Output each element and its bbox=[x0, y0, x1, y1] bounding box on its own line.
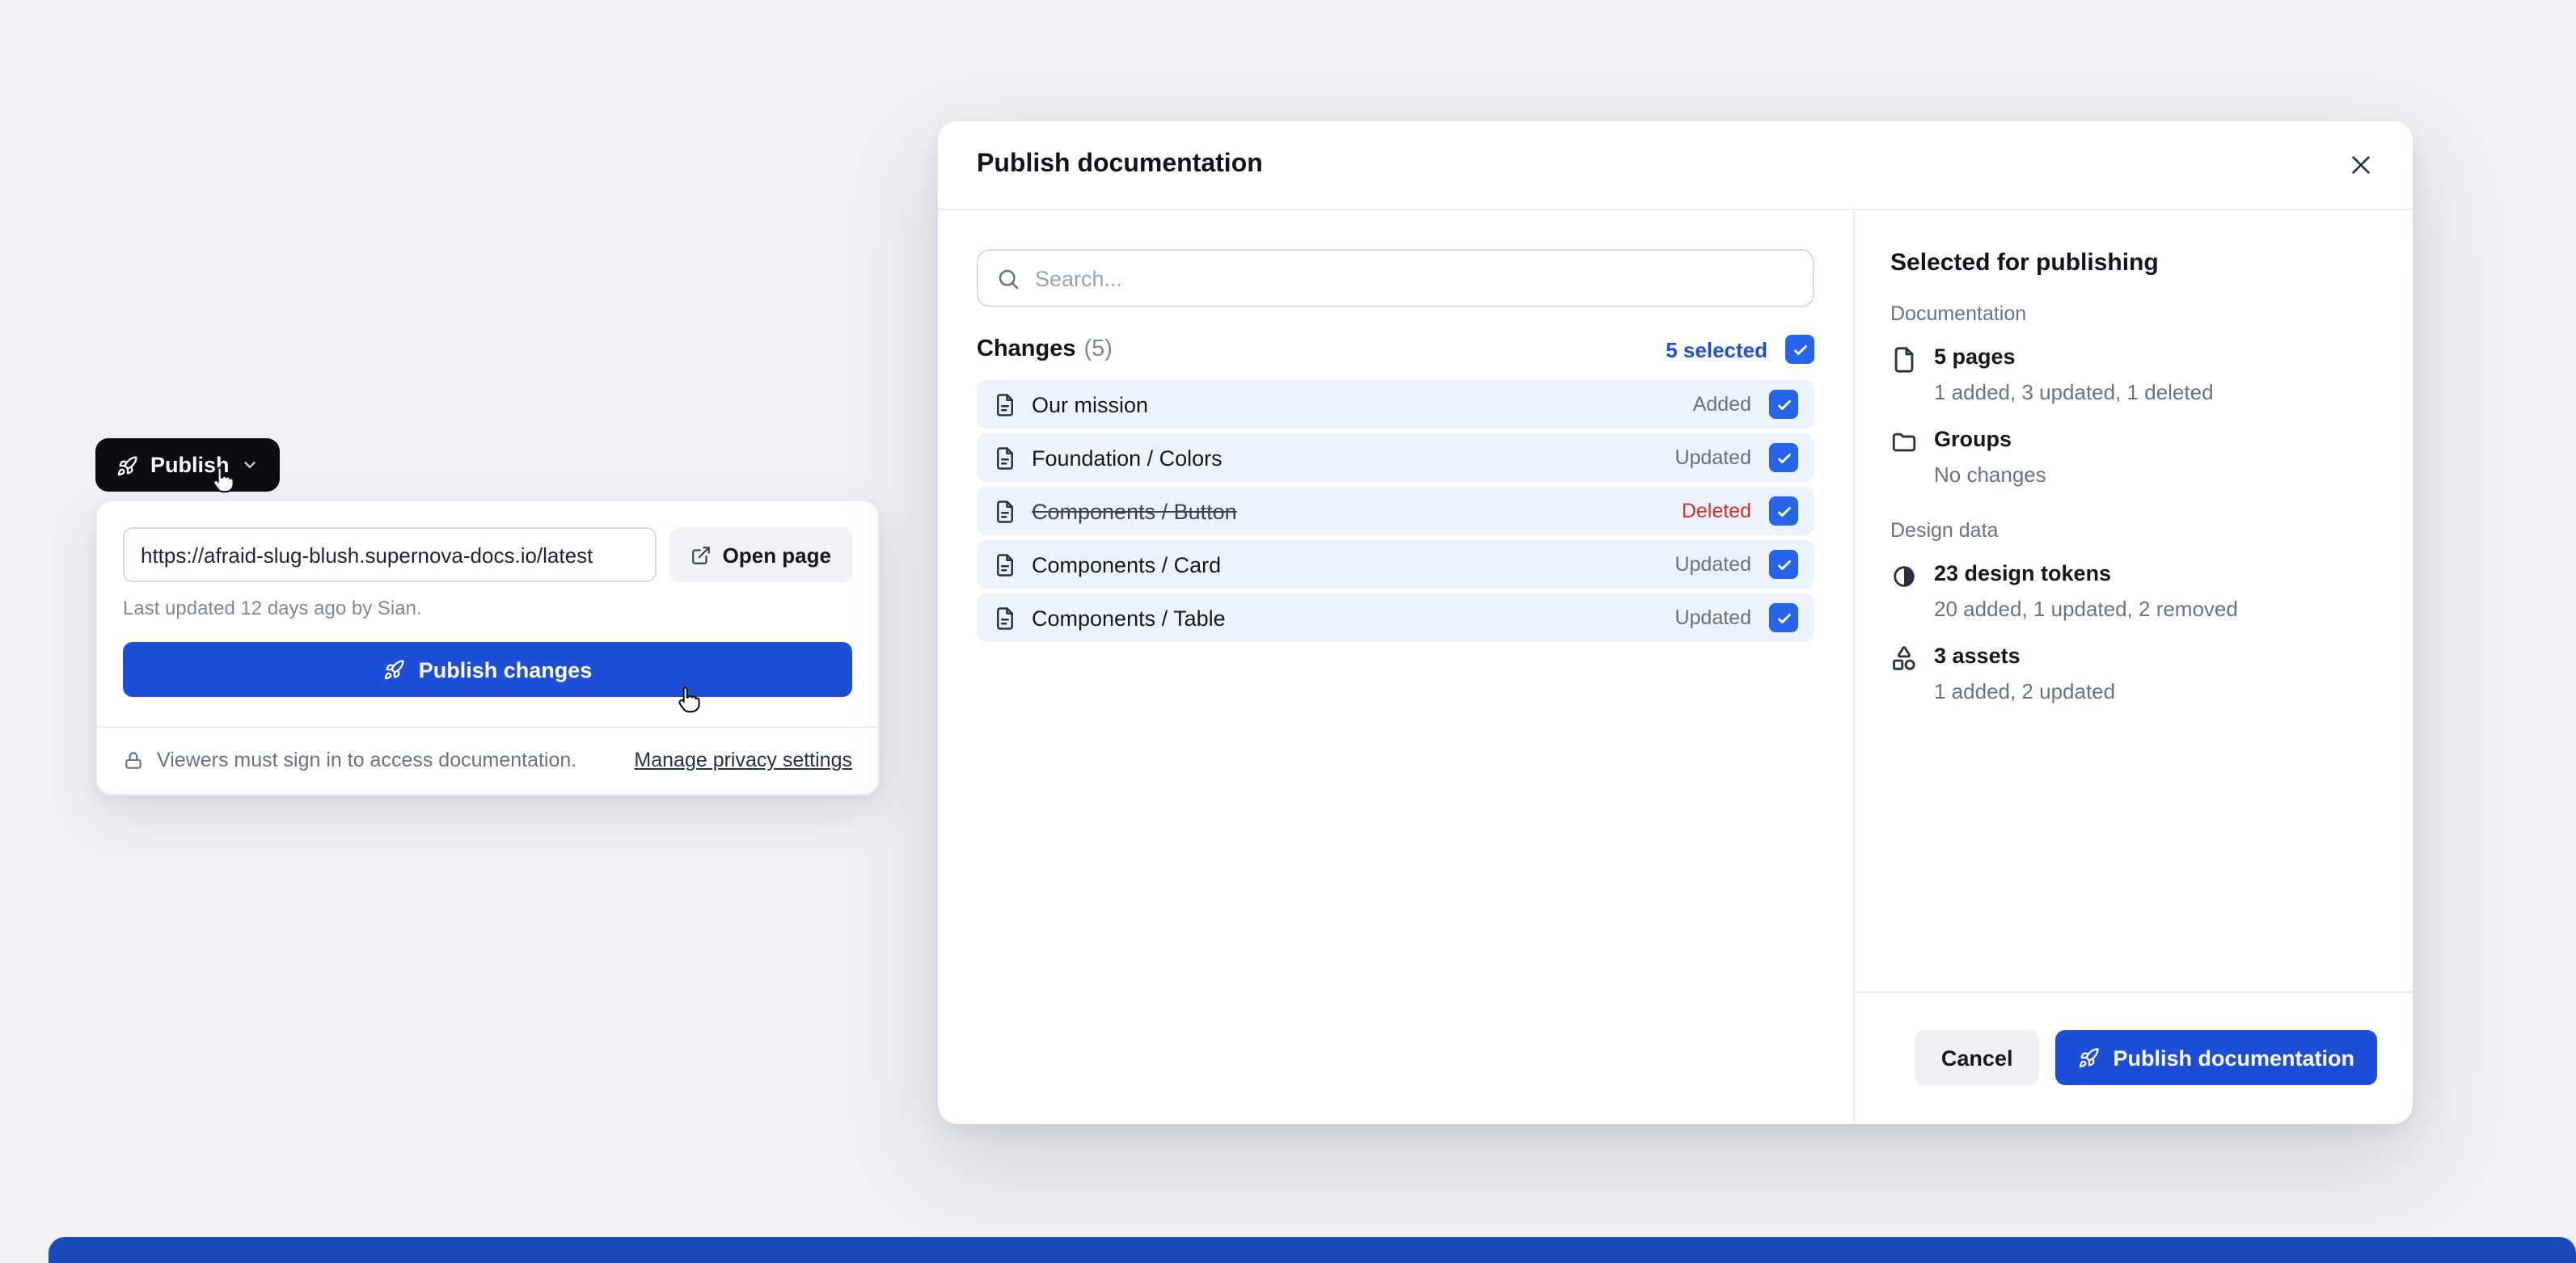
cancel-button[interactable]: Cancel bbox=[1915, 1030, 2039, 1085]
selected-count: 5 selected bbox=[1666, 337, 1767, 361]
change-status: Deleted bbox=[1682, 500, 1751, 522]
summary-title: 5 pages bbox=[1934, 344, 2214, 369]
summary-item-groups: Groups No changes bbox=[1890, 427, 2377, 487]
publish-documentation-modal: Publish documentation Changes (5) bbox=[938, 121, 2413, 1124]
change-name: Components / Button bbox=[1032, 499, 1237, 523]
modal-title: Publish documentation bbox=[977, 150, 1263, 180]
selected-for-publishing-title: Selected for publishing bbox=[1890, 249, 2377, 277]
row-checkbox[interactable] bbox=[1769, 390, 1798, 419]
page-icon bbox=[993, 606, 1017, 630]
rocket-icon bbox=[383, 658, 406, 681]
desktop-canvas: Publish Open page Last updated 12 days a… bbox=[0, 0, 2576, 1263]
select-all-checkbox[interactable] bbox=[1785, 335, 1814, 364]
change-row-components-button[interactable]: Components / Button Deleted bbox=[977, 487, 1814, 535]
change-name: Our mission bbox=[1032, 392, 1148, 416]
folder-icon bbox=[1890, 429, 1918, 456]
summary-subtitle: 1 added, 3 updated, 1 deleted bbox=[1934, 380, 2214, 404]
page-icon bbox=[993, 552, 1017, 577]
last-updated-text: Last updated 12 days ago by Sian. bbox=[123, 597, 852, 619]
publish-trigger-button[interactable]: Publish bbox=[95, 438, 280, 492]
publish-documentation-label: Publish documentation bbox=[2113, 1045, 2354, 1070]
lock-icon bbox=[123, 750, 144, 771]
changes-count: (5) bbox=[1084, 336, 1113, 362]
change-list: Our mission Added Foundation / Colors Up… bbox=[977, 380, 1814, 642]
page-icon bbox=[993, 446, 1017, 470]
section-label-documentation: Documentation bbox=[1890, 302, 2377, 325]
publish-changes-button[interactable]: Publish changes bbox=[123, 642, 852, 697]
change-name: Components / Table bbox=[1032, 606, 1226, 630]
summary-subtitle: No changes bbox=[1934, 463, 2046, 487]
page-icon bbox=[1890, 346, 1918, 374]
search-icon bbox=[996, 266, 1020, 290]
doc-url-input[interactable] bbox=[123, 527, 657, 582]
open-page-button[interactable]: Open page bbox=[669, 527, 852, 582]
rocket-icon bbox=[2077, 1046, 2100, 1069]
search-box bbox=[977, 249, 1814, 307]
publish-documentation-button[interactable]: Publish documentation bbox=[2054, 1030, 2377, 1085]
row-checkbox[interactable] bbox=[1769, 550, 1798, 579]
summary-title: 3 assets bbox=[1934, 644, 2115, 668]
section-label-design-data: Design data bbox=[1890, 519, 2377, 542]
manage-privacy-settings-link[interactable]: Manage privacy settings bbox=[634, 749, 852, 771]
summary-title: 23 design tokens bbox=[1934, 561, 2238, 585]
row-checkbox[interactable] bbox=[1769, 496, 1798, 526]
external-link-icon bbox=[690, 544, 712, 565]
change-status: Added bbox=[1693, 393, 1751, 416]
change-status: Updated bbox=[1674, 446, 1751, 469]
change-row-our-mission[interactable]: Our mission Added bbox=[977, 380, 1814, 429]
tokens-icon bbox=[1890, 563, 1918, 590]
summary-subtitle: 20 added, 1 updated, 2 removed bbox=[1934, 597, 2238, 621]
summary-item-pages: 5 pages 1 added, 3 updated, 1 deleted bbox=[1890, 344, 2377, 404]
publish-popover: Open page Last updated 12 days ago by Si… bbox=[95, 500, 880, 796]
search-input[interactable] bbox=[1035, 266, 1795, 290]
page-icon bbox=[993, 499, 1017, 523]
privacy-note: Viewers must sign in to access documenta… bbox=[157, 749, 621, 771]
publish-changes-label: Publish changes bbox=[419, 657, 593, 682]
change-row-foundation-colors[interactable]: Foundation / Colors Updated bbox=[977, 433, 1814, 482]
summary-item-assets: 3 assets 1 added, 2 updated bbox=[1890, 644, 2377, 703]
open-page-label: Open page bbox=[723, 543, 831, 567]
row-checkbox[interactable] bbox=[1769, 443, 1798, 472]
rocket-icon bbox=[116, 454, 139, 476]
assets-icon bbox=[1890, 645, 1918, 673]
change-name: Foundation / Colors bbox=[1032, 446, 1223, 470]
change-name: Components / Card bbox=[1032, 552, 1221, 577]
close-button[interactable] bbox=[2338, 142, 2384, 188]
row-checkbox[interactable] bbox=[1769, 603, 1798, 632]
change-status: Updated bbox=[1674, 553, 1751, 576]
publish-trigger-label: Publish bbox=[150, 453, 230, 477]
background-window-top-bar bbox=[49, 1237, 2576, 1263]
change-status: Updated bbox=[1674, 606, 1751, 629]
close-icon bbox=[2348, 152, 2374, 178]
chevron-down-icon bbox=[241, 456, 259, 474]
changes-title: Changes bbox=[977, 336, 1076, 362]
summary-subtitle: 1 added, 2 updated bbox=[1934, 679, 2115, 703]
change-row-components-table[interactable]: Components / Table Updated bbox=[977, 593, 1814, 642]
change-row-components-card[interactable]: Components / Card Updated bbox=[977, 540, 1814, 589]
summary-title: Groups bbox=[1934, 427, 2046, 451]
page-icon bbox=[993, 392, 1017, 416]
summary-item-tokens: 23 design tokens 20 added, 1 updated, 2 … bbox=[1890, 561, 2377, 621]
